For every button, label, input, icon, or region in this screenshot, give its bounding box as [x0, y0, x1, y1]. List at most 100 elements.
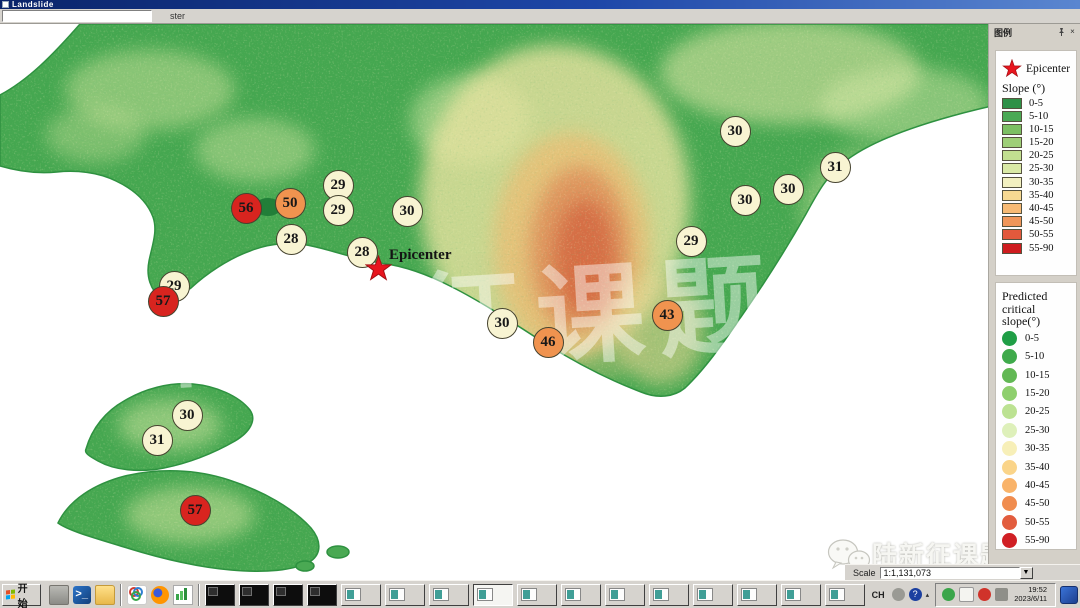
- app-window-button[interactable]: [341, 584, 381, 606]
- legend-swatch: [1002, 137, 1022, 148]
- window-thumbnail-icon: [653, 588, 669, 601]
- start-button[interactable]: 开始: [2, 584, 41, 606]
- epicenter-star[interactable]: [365, 255, 392, 282]
- console-window-button[interactable]: [239, 584, 269, 606]
- help-icon[interactable]: ?: [909, 588, 922, 601]
- slope-marker[interactable]: 29: [676, 226, 707, 257]
- scale-dropdown-arrow[interactable]: ▼: [1020, 567, 1033, 579]
- legend-panel-header[interactable]: 图例 ×: [989, 24, 1080, 40]
- firefox-icon[interactable]: [151, 586, 169, 604]
- slope-marker[interactable]: 57: [180, 495, 211, 526]
- taskbar-separator: [198, 584, 200, 606]
- slope-legend-title: Slope (°): [1002, 82, 1076, 95]
- critical-legend-title: Predicted critical slope(°): [1002, 290, 1076, 328]
- slope-marker[interactable]: 28: [276, 224, 307, 255]
- slope-marker[interactable]: 56: [231, 193, 262, 224]
- slope-legend-box: Epicenter Slope (°) 0-55-1010-1515-2020-…: [995, 50, 1077, 276]
- epicenter-legend-icon: [1002, 59, 1022, 78]
- window-title: Landslide: [12, 0, 54, 9]
- legend-swatch: [1002, 150, 1022, 161]
- device-icon[interactable]: [49, 585, 69, 605]
- window-thumbnail-icon: [477, 588, 493, 601]
- show-desktop-button[interactable]: [1060, 586, 1078, 604]
- layer-combo[interactable]: [2, 10, 152, 22]
- taskbar-separator: [120, 584, 122, 606]
- network-icon[interactable]: [892, 588, 905, 601]
- epicenter-legend-label: Epicenter: [1026, 63, 1070, 75]
- window-thumbnail-icon: [565, 588, 581, 601]
- legend-swatch: [1002, 386, 1017, 401]
- legend-panel-title: 图例: [994, 26, 1056, 39]
- app-window-button[interactable]: [561, 584, 601, 606]
- app-window-button[interactable]: [517, 584, 557, 606]
- powershell-icon[interactable]: >_: [73, 586, 91, 604]
- legend-class-label: 25-30: [1029, 163, 1054, 174]
- slope-marker[interactable]: 30: [730, 185, 761, 216]
- window-thumbnail-icon: [389, 588, 405, 601]
- slope-marker[interactable]: 31: [820, 152, 851, 183]
- app-window-button[interactable]: [737, 584, 777, 606]
- slope-marker[interactable]: 30: [720, 116, 751, 147]
- critical-class-row: 50-55: [1002, 515, 1076, 530]
- legend-swatch: [1002, 349, 1017, 364]
- flag-icon[interactable]: [959, 587, 974, 602]
- slope-marker[interactable]: 43: [652, 300, 683, 331]
- legend-swatch: [1002, 533, 1017, 548]
- language-indicator[interactable]: CH: [872, 590, 885, 600]
- legend-class-label: 55-90: [1025, 535, 1050, 546]
- critical-class-row: 35-40: [1002, 460, 1076, 475]
- legend-swatch: [1002, 368, 1017, 383]
- app-window-button[interactable]: [385, 584, 425, 606]
- slope-marker[interactable]: 30: [773, 174, 804, 205]
- app-window-button[interactable]: [605, 584, 645, 606]
- pin-icon[interactable]: [1056, 27, 1067, 38]
- console-window-button[interactable]: [273, 584, 303, 606]
- slope-class-row: 35-40: [1002, 190, 1076, 201]
- tray-clock[interactable]: 19:52 2023/6/11: [1014, 586, 1047, 603]
- scale-combo[interactable]: 1:1,131,073: [880, 567, 1020, 579]
- slope-marker[interactable]: 30: [487, 308, 518, 339]
- legend-swatch: [1002, 163, 1022, 174]
- console-window-button[interactable]: [307, 584, 337, 606]
- window-thumbnail-icon: [433, 588, 449, 601]
- slope-marker[interactable]: 46: [533, 327, 564, 358]
- legend-class-label: 30-35: [1025, 443, 1050, 454]
- usb-icon[interactable]: [995, 588, 1008, 601]
- slope-marker[interactable]: 50: [275, 188, 306, 219]
- slope-marker[interactable]: 57: [148, 286, 179, 317]
- window-titlebar[interactable]: Landslide: [0, 0, 1080, 9]
- eco-icon[interactable]: [942, 588, 955, 601]
- legend-class-label: 0-5: [1029, 98, 1043, 109]
- blocked-icon[interactable]: [978, 588, 991, 601]
- console-window-button[interactable]: [205, 584, 235, 606]
- app-window-button[interactable]: [649, 584, 689, 606]
- slope-class-row: 40-45: [1002, 203, 1076, 214]
- app-window-button[interactable]: [429, 584, 469, 606]
- folder-icon[interactable]: [95, 585, 115, 605]
- legend-class-label: 55-90: [1029, 243, 1054, 254]
- legend-class-label: 20-25: [1029, 150, 1054, 161]
- legend-class-label: 30-35: [1029, 177, 1054, 188]
- app-window-button[interactable]: [473, 584, 513, 606]
- legend-swatch: [1002, 229, 1022, 240]
- app-window-button[interactable]: [825, 584, 865, 606]
- scale-label: Scale: [853, 568, 876, 578]
- slope-class-row: 25-30: [1002, 163, 1076, 174]
- app-window-button[interactable]: [781, 584, 821, 606]
- slope-marker[interactable]: 30: [172, 400, 203, 431]
- app-window-button[interactable]: [693, 584, 733, 606]
- legend-class-label: 25-30: [1025, 425, 1050, 436]
- slope-marker[interactable]: 29: [323, 195, 354, 226]
- chart-app-icon[interactable]: [173, 585, 193, 605]
- taskbar: 开始 >_ CH ? ▴: [0, 580, 1080, 608]
- legend-class-label: 35-40: [1029, 190, 1054, 201]
- venn-app-icon[interactable]: [127, 585, 147, 605]
- panel-close-icon[interactable]: ×: [1067, 27, 1078, 38]
- toolbar: ster: [0, 9, 1080, 24]
- slope-marker[interactable]: 30: [392, 196, 423, 227]
- windows-logo-icon: [6, 590, 15, 600]
- slope-class-row: 50-55: [1002, 229, 1076, 240]
- legend-class-label: 45-50: [1029, 216, 1054, 227]
- slope-marker[interactable]: 31: [142, 425, 173, 456]
- tray-expand-icon[interactable]: ▴: [926, 591, 930, 599]
